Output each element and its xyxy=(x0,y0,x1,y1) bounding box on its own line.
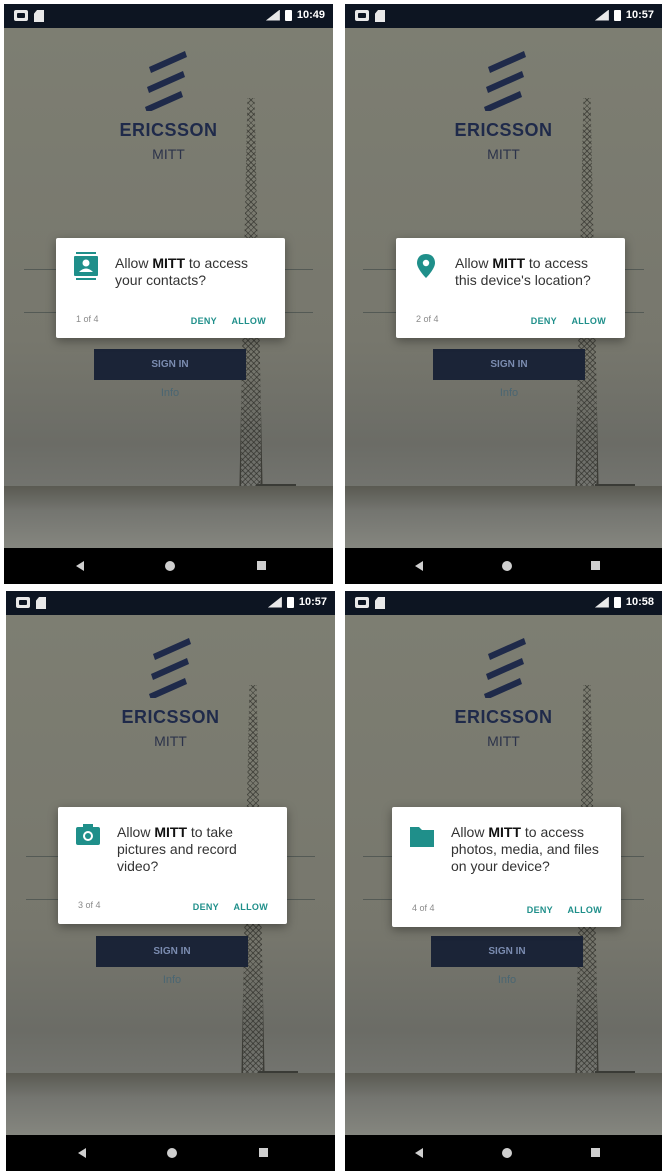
back-icon[interactable] xyxy=(78,1148,86,1158)
camera-icon xyxy=(76,824,100,845)
permission-dialog: Allow MITT to access your contacts? 1 of… xyxy=(56,238,285,338)
clock: 10:49 xyxy=(296,9,325,21)
allow-button[interactable]: ALLOW xyxy=(568,905,603,915)
status-bar: 10:49 xyxy=(4,4,333,28)
screen-1: 10:49 ERICSSON MITT SIGN IN Info Allow M… xyxy=(4,4,333,584)
info-link[interactable]: Info xyxy=(94,387,246,399)
permission-counter: 3 of 4 xyxy=(78,900,101,910)
deny-button[interactable]: DENY xyxy=(527,905,553,915)
gallery-notification-icon xyxy=(355,10,369,21)
screen-4: 10:58 ERICSSON MITT SIGN IN Info Allow M… xyxy=(345,591,662,1171)
battery-icon xyxy=(286,596,294,608)
permission-counter: 4 of 4 xyxy=(412,903,435,913)
sd-card-icon xyxy=(375,597,385,609)
signal-icon xyxy=(594,596,609,608)
sign-in-button[interactable]: SIGN IN xyxy=(94,349,246,380)
info-link[interactable]: Info xyxy=(431,974,583,986)
app-name-bold: MITT xyxy=(488,824,522,840)
brand-name: ERICSSON xyxy=(454,120,553,140)
app-name: MITT xyxy=(487,733,520,749)
ericsson-logo-icon xyxy=(484,638,526,698)
recents-icon[interactable] xyxy=(591,1148,600,1157)
deny-button[interactable]: DENY xyxy=(193,902,219,912)
signal-icon xyxy=(594,9,609,21)
location-pin-icon xyxy=(417,254,435,278)
home-icon[interactable] xyxy=(167,1148,177,1158)
sign-in-button[interactable]: SIGN IN xyxy=(433,349,585,380)
ericsson-logo-icon xyxy=(484,51,526,111)
gallery-notification-icon xyxy=(14,10,28,21)
nav-bar xyxy=(4,548,333,584)
deny-button[interactable]: DENY xyxy=(531,316,557,326)
app-name: MITT xyxy=(154,733,187,749)
permission-counter: 2 of 4 xyxy=(416,314,439,324)
home-icon[interactable] xyxy=(502,561,512,571)
signal-icon xyxy=(265,9,280,21)
app-name-bold: MITT xyxy=(152,255,186,271)
battery-icon xyxy=(613,596,621,608)
contacts-icon xyxy=(74,252,98,280)
deny-button[interactable]: DENY xyxy=(191,316,217,326)
nav-bar xyxy=(345,1135,662,1171)
permission-dialog: Allow MITT to access photos, media, and … xyxy=(392,807,621,927)
screen-3: 10:57 ERICSSON MITT SIGN IN Info Allow M… xyxy=(6,591,335,1171)
allow-button[interactable]: ALLOW xyxy=(572,316,607,326)
app-name: MITT xyxy=(487,146,520,162)
clock: 10:57 xyxy=(298,596,327,608)
info-link[interactable]: Info xyxy=(96,974,248,986)
app-name: MITT xyxy=(152,146,185,162)
battery-icon xyxy=(613,9,621,21)
permission-counter: 1 of 4 xyxy=(76,314,99,324)
ericsson-logo-icon xyxy=(145,51,187,111)
brand-name: ERICSSON xyxy=(119,120,218,140)
sd-card-icon xyxy=(34,10,44,22)
clock: 10:57 xyxy=(625,9,654,21)
recents-icon[interactable] xyxy=(259,1148,268,1157)
back-icon[interactable] xyxy=(415,1148,423,1158)
app-name-bold: MITT xyxy=(154,824,188,840)
back-icon[interactable] xyxy=(415,561,423,571)
sign-in-button[interactable]: SIGN IN xyxy=(431,936,583,967)
folder-icon xyxy=(410,827,434,847)
app-name-bold: MITT xyxy=(492,255,526,271)
recents-icon[interactable] xyxy=(257,561,266,570)
nav-bar xyxy=(345,548,662,584)
status-bar: 10:58 xyxy=(345,591,662,615)
allow-button[interactable]: ALLOW xyxy=(234,902,269,912)
ericsson-logo-icon xyxy=(149,638,191,698)
clock: 10:58 xyxy=(625,596,654,608)
allow-button[interactable]: ALLOW xyxy=(232,316,267,326)
home-icon[interactable] xyxy=(502,1148,512,1158)
screen-2: 10:57 ERICSSON MITT SIGN IN Info Allow M… xyxy=(345,4,662,584)
brand-name: ERICSSON xyxy=(121,707,220,727)
sd-card-icon xyxy=(375,10,385,22)
permission-dialog: Allow MITT to take pictures and record v… xyxy=(58,807,287,924)
sign-in-button[interactable]: SIGN IN xyxy=(96,936,248,967)
gallery-notification-icon xyxy=(355,597,369,608)
brand-name: ERICSSON xyxy=(454,707,553,727)
status-bar: 10:57 xyxy=(6,591,335,615)
back-icon[interactable] xyxy=(76,561,84,571)
permission-dialog: Allow MITT to access this device's locat… xyxy=(396,238,625,338)
info-link[interactable]: Info xyxy=(433,387,585,399)
recents-icon[interactable] xyxy=(591,561,600,570)
home-icon[interactable] xyxy=(165,561,175,571)
battery-icon xyxy=(284,9,292,21)
sd-card-icon xyxy=(36,597,46,609)
signal-icon xyxy=(267,596,282,608)
status-bar: 10:57 xyxy=(345,4,662,28)
gallery-notification-icon xyxy=(16,597,30,608)
nav-bar xyxy=(6,1135,335,1171)
